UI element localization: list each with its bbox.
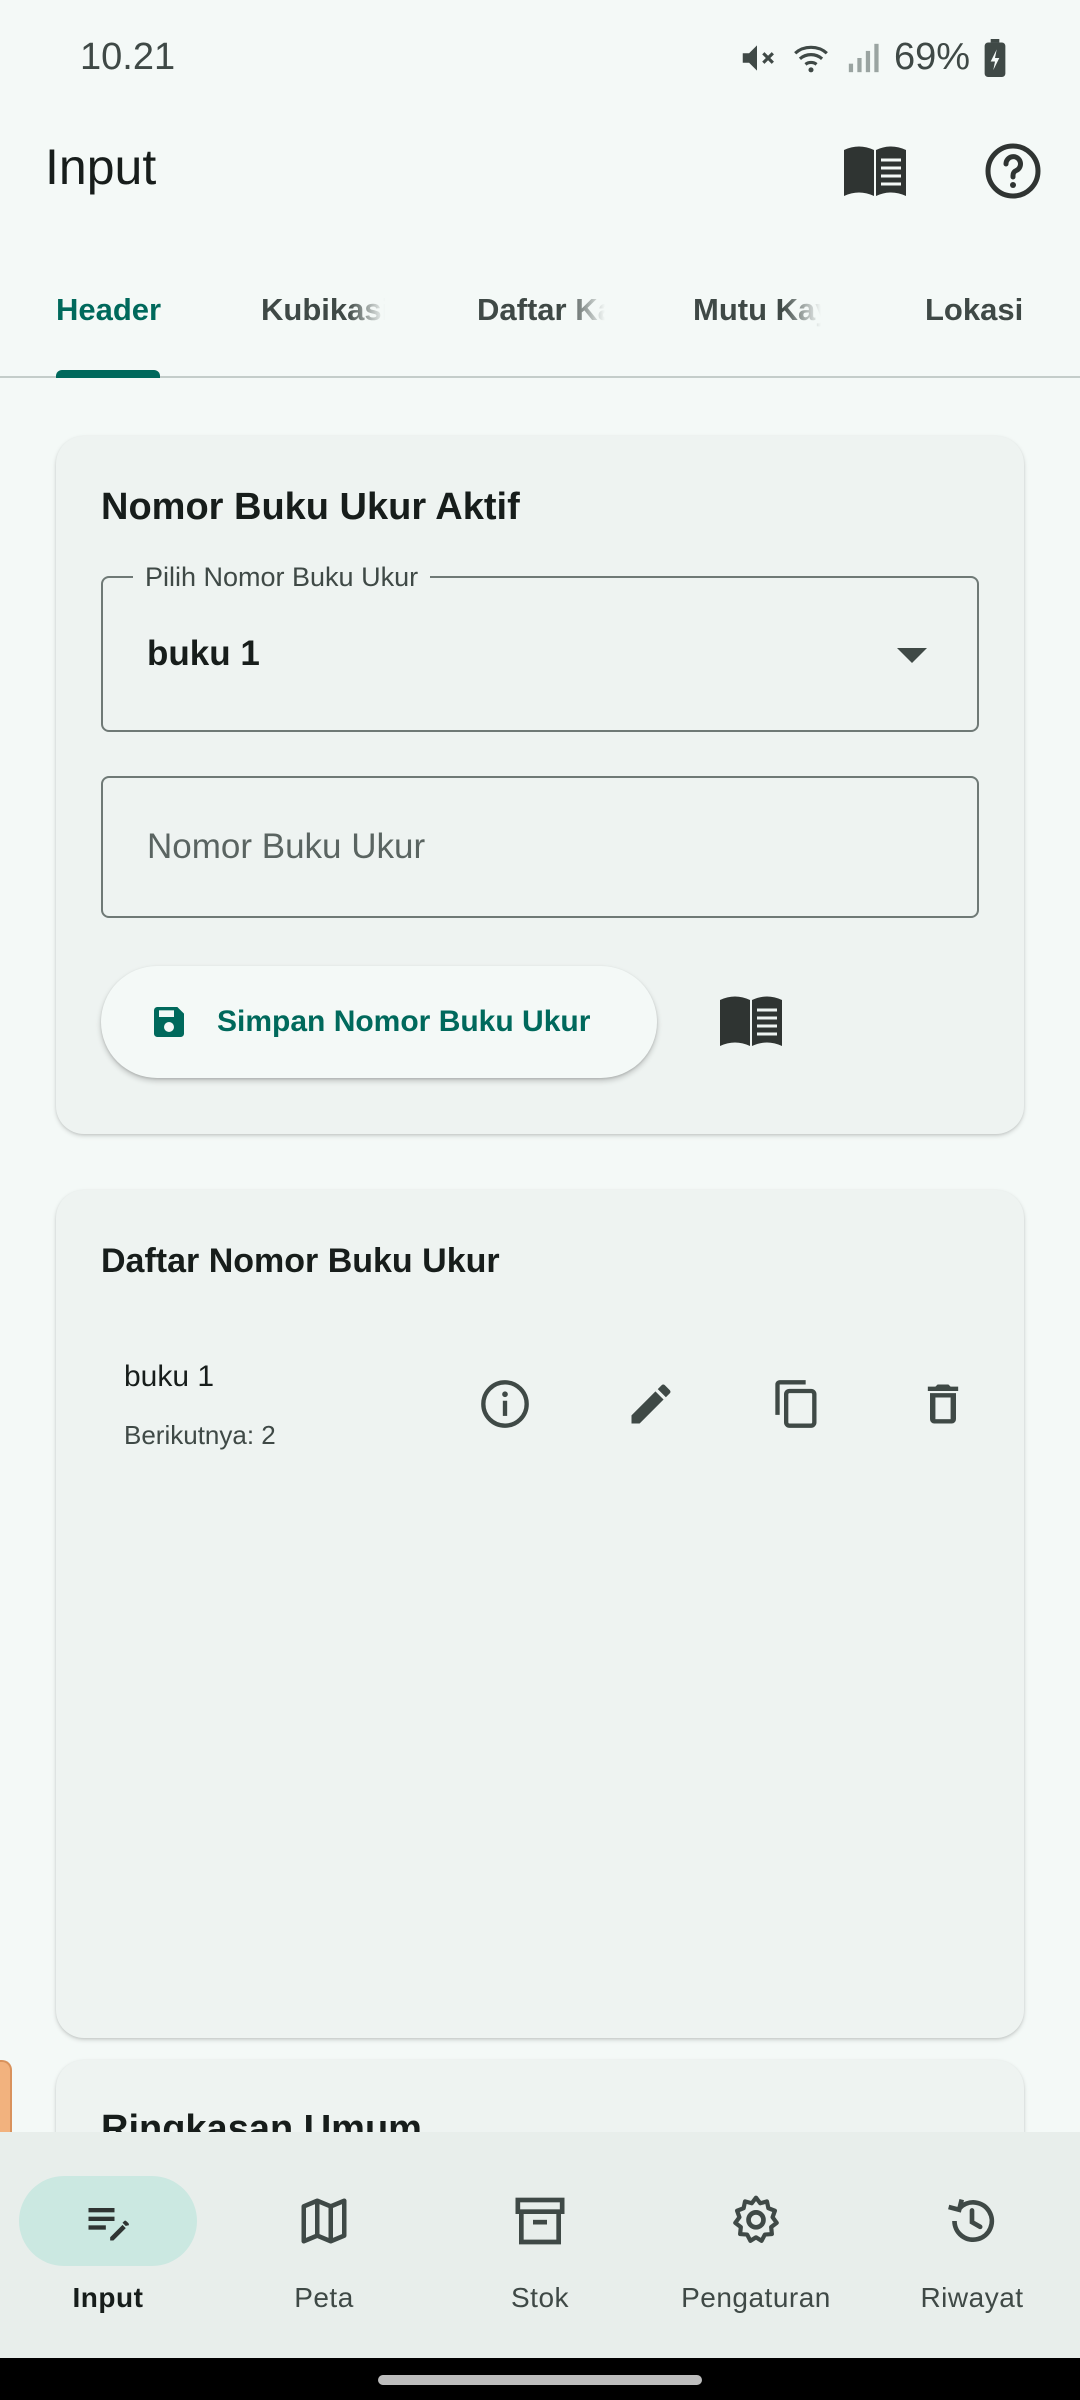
edit-button[interactable]	[615, 1368, 687, 1440]
list-item[interactable]: buku 1 Berikutnya: 2	[101, 1350, 979, 1490]
info-icon	[481, 1380, 529, 1428]
tab-indicator	[56, 370, 160, 378]
pencil-icon	[631, 1384, 671, 1424]
list-item-title: buku 1	[124, 1360, 215, 1393]
copy-icon	[775, 1380, 817, 1428]
nav-stok[interactable]: Stok	[432, 2132, 648, 2358]
home-handle[interactable]	[378, 2375, 702, 2385]
page-title: Input	[45, 139, 157, 195]
select-label: Pilih Nomor Buku Ukur	[133, 562, 431, 593]
status-icons: 69%	[738, 36, 1006, 79]
active-book-card: Nomor Buku Ukur Aktif Pilih Nomor Buku U…	[56, 436, 1024, 1134]
dropdown-arrow-icon	[897, 648, 927, 663]
nav-pengaturan-label: Pengaturan	[681, 2282, 831, 2313]
book-icon	[844, 146, 906, 196]
nav-pengaturan-indicator	[667, 2176, 845, 2266]
status-bar: 10.21 69%	[0, 0, 1080, 118]
gesture-bar	[0, 2358, 1080, 2400]
tab-kubikasi[interactable]: Kubikasi	[261, 292, 385, 328]
info-button[interactable]	[469, 1368, 541, 1440]
book-number-field[interactable]	[101, 776, 979, 918]
nav-peta[interactable]: Peta	[216, 2132, 432, 2358]
book-list-card: Daftar Nomor Buku Ukur buku 1 Berikutnya…	[56, 1190, 1024, 2038]
copy-button[interactable]	[761, 1368, 833, 1440]
book-icon	[720, 996, 782, 1046]
nav-stok-indicator	[451, 2176, 629, 2266]
active-book-title: Nomor Buku Ukur Aktif	[101, 486, 520, 528]
delete-button[interactable]	[907, 1368, 979, 1440]
save-icon	[154, 1007, 184, 1037]
help-button[interactable]	[980, 138, 1046, 204]
book-button[interactable]	[842, 138, 908, 204]
tab-lokasi[interactable]: Lokasi	[925, 292, 1023, 328]
edit-note-icon	[88, 2208, 129, 2241]
nav-stok-label: Stok	[510, 2282, 570, 2313]
select-value: buku 1	[147, 634, 260, 673]
nav-riwayat-label: Riwayat	[920, 2282, 1024, 2313]
book-number-select[interactable]: Pilih Nomor Buku Ukur buku 1	[101, 562, 979, 732]
nav-peta-label: Peta	[294, 2282, 354, 2313]
bottom-navigation: Input Peta Stok Pengaturan Riwayat	[0, 2132, 1080, 2358]
nav-input-label: Input	[72, 2282, 144, 2313]
open-book-button[interactable]	[716, 986, 786, 1056]
wifi-icon	[794, 45, 828, 72]
tab-daftar-kayu[interactable]: Daftar Ka	[477, 292, 605, 328]
save-book-number-button[interactable]: Simpan Nomor Buku Ukur	[101, 966, 657, 1078]
history-icon	[948, 2198, 995, 2243]
book-number-input[interactable]	[103, 778, 977, 916]
nav-peta-indicator	[235, 2176, 413, 2266]
battery-icon	[984, 38, 1006, 77]
tab-header[interactable]: Header	[56, 292, 161, 328]
nav-riwayat-indicator	[883, 2176, 1061, 2266]
gear-icon	[733, 2195, 779, 2243]
status-time: 10.21	[80, 36, 176, 78]
trash-icon	[927, 1384, 959, 1424]
book-list-title: Daftar Nomor Buku Ukur	[101, 1242, 500, 1280]
nav-input[interactable]: Input	[0, 2132, 216, 2358]
signal-icon	[848, 43, 879, 72]
nav-riwayat[interactable]: Riwayat	[864, 2132, 1080, 2358]
map-icon	[301, 2198, 347, 2244]
help-icon	[985, 143, 1041, 199]
battery-percent: 69%	[893, 36, 970, 78]
tab-bar: Header Kubikasi Daftar Ka Mutu Kay Lokas…	[0, 262, 1080, 378]
save-button-label: Simpan Nomor Buku Ukur	[217, 1005, 591, 1038]
app-bar: Input	[0, 118, 1080, 218]
archive-icon	[515, 2197, 565, 2245]
list-item-subtitle: Berikutnya: 2	[124, 1420, 276, 1450]
mute-icon	[742, 44, 774, 71]
tab-mutu-kayu[interactable]: Mutu Kay	[693, 292, 821, 328]
nav-input-indicator	[19, 2176, 197, 2266]
nav-pengaturan[interactable]: Pengaturan	[648, 2132, 864, 2358]
